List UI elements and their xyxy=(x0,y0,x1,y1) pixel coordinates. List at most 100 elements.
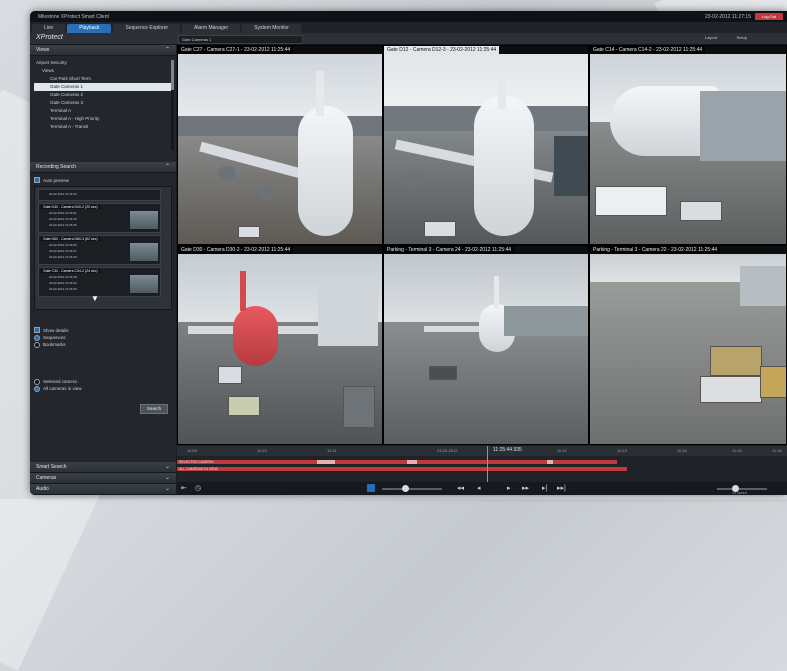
setup-button[interactable]: Setup xyxy=(737,35,747,40)
audio-title: Audio xyxy=(36,486,49,492)
search-result[interactable]: Gate D40 - Camera D40-2 (20 sec) 22-02-2… xyxy=(38,203,161,233)
camera-caption: Gate D30 - Camera D30-2 - 23-02-2012 11:… xyxy=(178,246,294,254)
tree-item-gate-cameras-2[interactable]: Gate Cameras 2 xyxy=(34,91,172,99)
selected-camera-radio[interactable]: Selected camera xyxy=(34,378,172,385)
tree-item-terminal-a-transit[interactable]: Terminal A - Transit xyxy=(34,123,172,131)
tree-item-terminal-a-high[interactable]: Terminal A - High Priority xyxy=(34,115,172,123)
result-title: Gate D60 - Camera D60-3 (62 sec) xyxy=(41,237,100,241)
export-icon[interactable]: ⇤ xyxy=(181,484,187,493)
selected-camera-label: Selected camera xyxy=(43,379,77,384)
speed-slider-knob[interactable] xyxy=(402,485,409,492)
aircraft-fuselage xyxy=(298,106,353,236)
camera-view[interactable]: Gate D12 - Camera D12-3 - 23-02-2012 11:… xyxy=(383,45,589,245)
speed-slider[interactable] xyxy=(382,488,442,490)
views-panel-header[interactable]: Views ⌃ xyxy=(30,45,176,56)
checkbox-box[interactable] xyxy=(34,327,40,333)
fast-forward-icon[interactable]: ▸▸ xyxy=(522,484,529,493)
bookmarks-radio[interactable]: Bookmarks xyxy=(34,341,172,348)
result-title: Gate C34 - Camera C34-2 (24 sec) xyxy=(41,269,100,273)
view-selector[interactable]: Gate Cameras 1 xyxy=(178,35,303,44)
chevron-down-icon[interactable]: ▼ xyxy=(91,294,99,303)
step-back-icon[interactable]: ◂◂ xyxy=(457,484,464,493)
chevron-down-icon[interactable]: ⌄ xyxy=(165,462,170,472)
window-title: Milestone XProtect Smart Client xyxy=(38,13,109,20)
playhead[interactable] xyxy=(487,446,488,482)
result-thumbnail[interactable] xyxy=(130,243,158,261)
radio-dot[interactable] xyxy=(34,334,40,341)
chevron-down-icon[interactable]: ⌄ xyxy=(165,473,170,483)
clock-icon[interactable]: ◷ xyxy=(195,484,201,493)
search-result[interactable]: Gate C34 - Camera C34-2 (24 sec) 23-02-2… xyxy=(38,267,161,297)
search-button[interactable]: Search xyxy=(140,404,168,414)
radio-dot[interactable] xyxy=(34,378,40,385)
camera-view[interactable]: Gate C27 - Camera C27-1 - 23-02-2012 11:… xyxy=(177,45,383,245)
result-time: 23-02-2012 11:24:30 xyxy=(49,192,77,196)
camera-caption: Gate C14 - Camera C14-2 - 23-02-2012 11:… xyxy=(590,46,706,54)
tree-item-car-park[interactable]: Car Park Short Term xyxy=(34,75,172,83)
timeline-tick: 11:14 xyxy=(677,448,687,453)
aircraft-fuselage xyxy=(233,306,278,366)
show-details-checkbox[interactable]: Show details xyxy=(34,326,172,334)
camera-view[interactable]: Parking - Terminal 3 - Camera 22 - 23-02… xyxy=(589,245,787,445)
smart-search-header[interactable]: Smart Search ⌄ xyxy=(30,462,176,473)
checkbox-box[interactable] xyxy=(34,177,40,183)
tree-item-terminal-a[interactable]: Terminal A xyxy=(34,107,172,115)
jet-bridge xyxy=(554,136,588,196)
cargo-vehicle xyxy=(710,346,762,376)
skip-next-icon[interactable]: ▸▸| xyxy=(557,484,566,493)
tab-sequence-explorer[interactable]: Sequence Explorer xyxy=(113,24,181,33)
tree-item-airport-security[interactable]: Airport Security xyxy=(34,59,172,67)
auto-preview-checkbox[interactable]: Auto preview xyxy=(34,176,172,184)
result-time: 23-02-2012 11:26:43 xyxy=(49,255,77,259)
tab-alarm-manager[interactable]: Alarm Manager xyxy=(182,24,241,33)
timeline-tick: 11:13 xyxy=(617,448,627,453)
jet-bridge xyxy=(700,91,786,161)
result-thumbnail[interactable] xyxy=(130,275,158,293)
radio-dot[interactable] xyxy=(34,341,40,348)
audio-header[interactable]: Audio ⌄ xyxy=(30,484,176,495)
views-scrollbar[interactable] xyxy=(171,60,174,150)
camera-view[interactable]: Gate D30 - Camera D30-2 - 23-02-2012 11:… xyxy=(177,245,383,445)
play-button[interactable] xyxy=(367,484,375,492)
tab-playback[interactable]: Playback xyxy=(67,24,112,33)
sequences-label: Sequences xyxy=(43,335,66,340)
radio-dot[interactable] xyxy=(34,385,40,392)
chevron-up-icon[interactable]: ⌃ xyxy=(165,45,170,55)
playback-controls: ⇤ ◷ ◂◂ ◂ ▸ ▸▸ ▸| ▸▸| 1x Speed xyxy=(177,482,787,495)
all-cameras-radio[interactable]: All cameras in view xyxy=(34,385,172,392)
logout-button[interactable]: Log Out xyxy=(755,13,783,20)
timeline-tick: 11:11 xyxy=(327,448,337,453)
all-cameras-track[interactable] xyxy=(177,467,627,471)
aircraft-engine xyxy=(218,166,236,180)
timeline-scale[interactable]: 11:09 11:10 11:11 23-02-2012 11:12 11:13… xyxy=(177,446,787,456)
ground-vehicle xyxy=(680,201,722,221)
rewind-icon[interactable]: ◂ xyxy=(477,484,481,493)
cameras-header[interactable]: Cameras ⌄ xyxy=(30,473,176,484)
tab-system-monitor[interactable]: System Monitor xyxy=(242,24,301,33)
bookmarks-label: Bookmarks xyxy=(43,342,66,347)
camera-view[interactable]: Gate C14 - Camera C14-2 - 23-02-2012 11:… xyxy=(589,45,787,245)
search-result[interactable]: Gate D60 - Camera D60-3 (62 sec) 22-02-2… xyxy=(38,235,161,265)
recording-segment xyxy=(407,460,417,464)
chevron-up-icon[interactable]: ⌃ xyxy=(165,162,170,172)
result-time: 22-02-2012 11:25:01 xyxy=(49,211,77,215)
scroll-thumb[interactable] xyxy=(171,60,174,90)
tree-item-gate-cameras-1[interactable]: Gate Cameras 1 xyxy=(34,83,172,91)
smart-search-title: Smart Search xyxy=(36,464,67,470)
search-result[interactable]: 23-02-2012 11:24:30 xyxy=(38,189,161,201)
zoom-slider[interactable] xyxy=(717,488,767,490)
tree-item-gate-cameras-3[interactable]: Gate Cameras 3 xyxy=(34,99,172,107)
skip-end-icon[interactable]: ▸| xyxy=(542,484,547,493)
ground-vehicle xyxy=(228,396,260,416)
sequences-radio[interactable]: Sequences xyxy=(34,334,172,341)
result-thumbnail[interactable] xyxy=(130,211,158,229)
result-time: 22-02-2012 11:25:16 xyxy=(49,217,77,221)
layout-button[interactable]: Layout xyxy=(705,35,717,40)
recording-search-header[interactable]: Recording Search ⌃ xyxy=(30,162,176,173)
camera-caption: Parking - Terminal 3 - Camera 24 - 23-02… xyxy=(384,246,515,254)
camera-view[interactable]: Parking - Terminal 3 - Camera 24 - 23-02… xyxy=(383,245,589,445)
tab-live[interactable]: Live xyxy=(32,24,66,33)
tree-item-views[interactable]: Views xyxy=(34,67,172,75)
chevron-down-icon[interactable]: ⌄ xyxy=(165,484,170,494)
forward-icon[interactable]: ▸ xyxy=(507,484,511,493)
